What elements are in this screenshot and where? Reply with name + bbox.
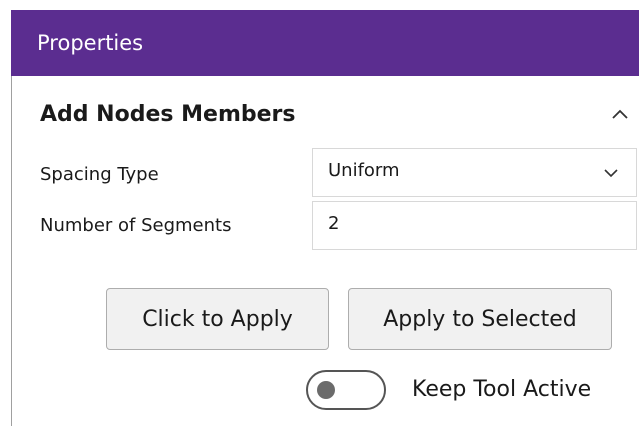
- click-to-apply-button[interactable]: Click to Apply: [106, 288, 329, 350]
- spacing-type-value: Uniform: [328, 160, 400, 181]
- chevron-up-icon[interactable]: [609, 103, 631, 125]
- keep-tool-active-label: Keep Tool Active: [412, 377, 592, 402]
- section-title: Add Nodes Members: [40, 102, 296, 127]
- number-of-segments-value: 2: [328, 213, 340, 234]
- spacing-type-label: Spacing Type: [40, 164, 159, 185]
- panel-title: Properties: [37, 31, 144, 55]
- properties-panel: Properties Add Nodes Members Spacing Typ…: [0, 0, 639, 426]
- number-of-segments-input[interactable]: 2: [312, 201, 637, 250]
- toggle-knob: [317, 381, 335, 399]
- spacing-type-dropdown[interactable]: Uniform: [312, 148, 637, 197]
- apply-to-selected-button[interactable]: Apply to Selected: [348, 288, 612, 350]
- number-of-segments-label: Number of Segments: [40, 215, 232, 236]
- chevron-down-icon: [604, 169, 618, 178]
- panel-header: Properties: [11, 10, 639, 76]
- keep-tool-active-toggle[interactable]: [306, 370, 386, 410]
